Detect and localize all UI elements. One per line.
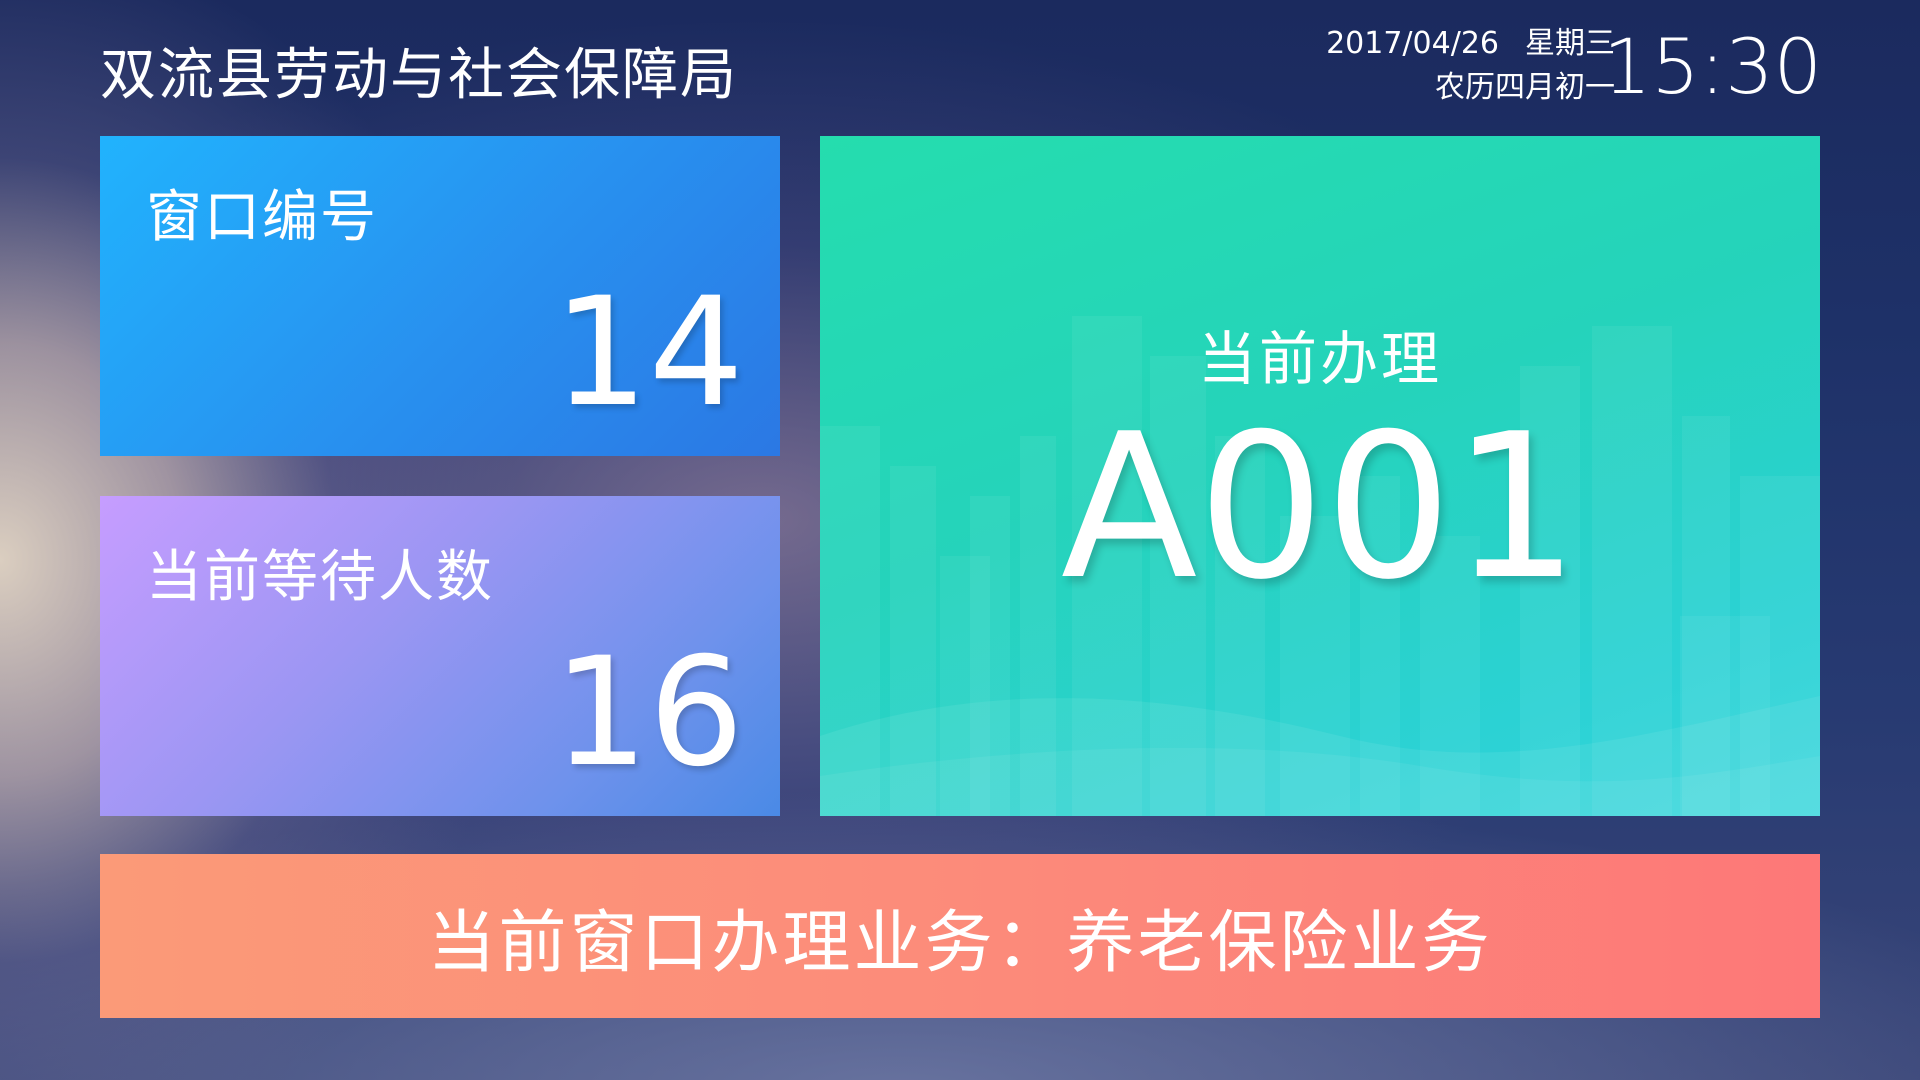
date-line: 2017/04/26 星期三 — [1326, 22, 1615, 66]
date-text: 2017/04/26 — [1326, 26, 1499, 61]
organization-title: 双流县劳动与社会保障局 — [100, 43, 738, 108]
clock-time: 15:30 — [1602, 22, 1822, 111]
waiting-count-panel: 当前等待人数 16 — [100, 496, 780, 816]
window-number-value: 14 — [553, 266, 744, 440]
current-ticket-panel: 当前办理 A001 — [820, 136, 1820, 816]
current-ticket-number: A001 — [1060, 391, 1580, 624]
service-type-bar: 当前窗口办理业务：养老保险业务 — [100, 854, 1820, 1018]
lunar-date-text: 农历四月初一 — [1435, 70, 1615, 105]
window-number-label: 窗口编号 — [146, 185, 378, 250]
weekday-text: 星期三 — [1525, 26, 1615, 61]
waiting-count-value: 16 — [553, 626, 744, 800]
date-block: 2017/04/26 星期三 农历四月初一 — [1326, 22, 1615, 110]
service-type-text: 当前窗口办理业务：养老保险业务 — [427, 903, 1493, 983]
current-processing-label: 当前办理 — [1197, 325, 1442, 393]
window-number-panel: 窗口编号 14 — [100, 136, 780, 456]
waiting-count-label: 当前等待人数 — [146, 545, 494, 610]
